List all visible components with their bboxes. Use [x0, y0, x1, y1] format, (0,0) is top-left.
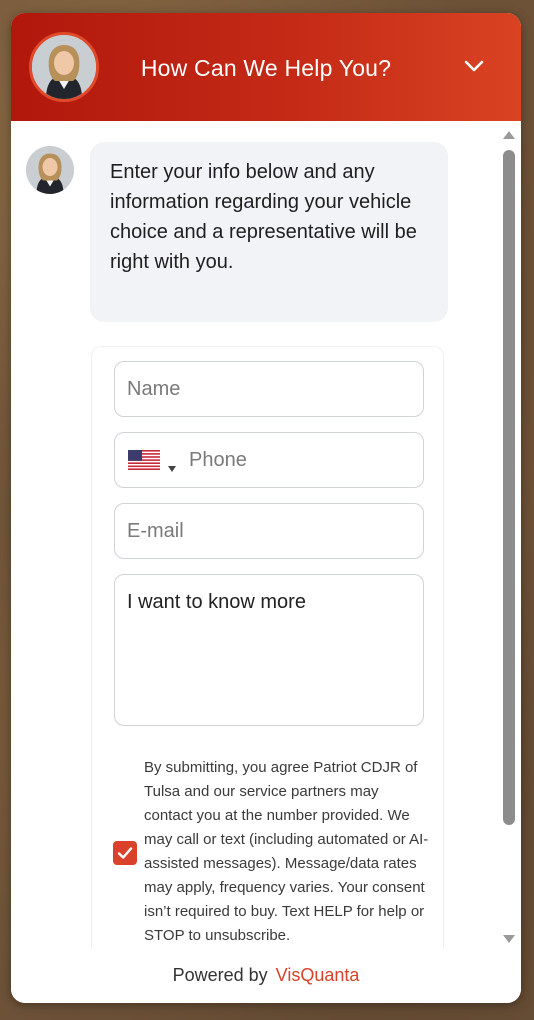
scroll-down-arrow-icon[interactable]	[502, 932, 516, 944]
phone-field[interactable]	[114, 432, 424, 488]
checkmark-icon	[117, 847, 133, 859]
powered-by-label: Powered by	[172, 965, 268, 985]
message-textarea[interactable]	[114, 574, 424, 726]
header-title: How Can We Help You?	[140, 55, 392, 81]
consent-text: By submitting, you agree Patriot CDJR of…	[144, 759, 429, 944]
us-flag-icon[interactable]	[128, 450, 160, 470]
agent-avatar-small	[26, 146, 74, 194]
scroll-up-arrow-icon[interactable]	[502, 128, 516, 140]
scroll-thumb[interactable]	[503, 150, 515, 825]
consent-checkbox[interactable]	[113, 841, 137, 865]
brand-link[interactable]: VisQuanta	[276, 965, 360, 986]
name-input[interactable]	[114, 361, 424, 417]
phone-input[interactable]	[189, 448, 409, 472]
email-input[interactable]	[114, 503, 424, 559]
chevron-down-icon[interactable]	[463, 55, 485, 77]
lead-form: By submitting, you agree Patriot CDJR of…	[91, 346, 444, 948]
chat-header: How Can We Help You?	[11, 13, 521, 121]
chat-body: Enter your info below and any informatio…	[11, 121, 521, 948]
scrollbar[interactable]	[501, 125, 517, 948]
bot-message: Enter your info below and any informatio…	[90, 142, 448, 322]
caret-down-icon[interactable]	[167, 456, 177, 472]
footer: Powered by VisQuanta	[11, 948, 521, 1003]
chat-widget: How Can We Help You? Enter your info bel…	[11, 13, 521, 1003]
